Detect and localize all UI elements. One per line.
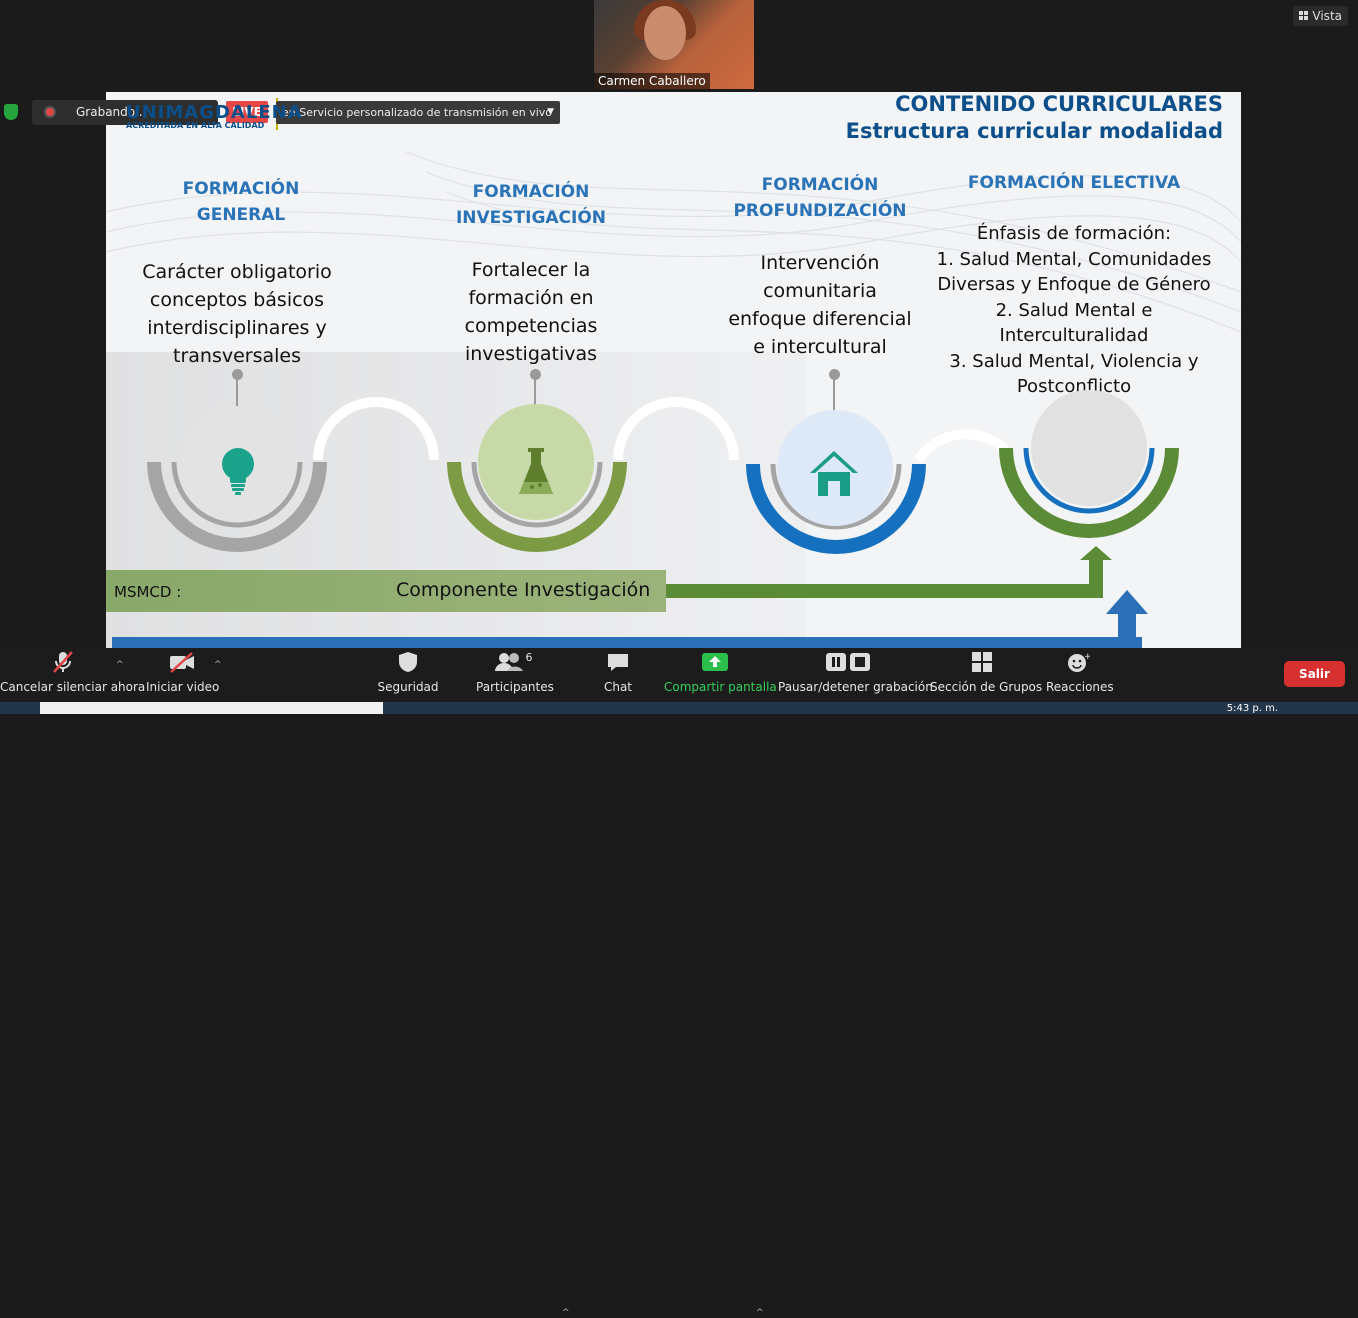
start-video-button[interactable]: Iniciar video bbox=[146, 648, 220, 702]
share-screen-icon bbox=[702, 653, 728, 671]
participants-icon bbox=[494, 653, 523, 671]
participant-name: Carmen Caballero bbox=[594, 73, 710, 89]
circle-electiva bbox=[1031, 390, 1147, 506]
share-screen-label: Compartir pantalla bbox=[664, 680, 777, 694]
share-screen-button[interactable]: Compartir pantalla bbox=[664, 648, 777, 702]
grid-view-icon bbox=[1299, 11, 1309, 20]
chat-button[interactable]: Chat bbox=[596, 648, 640, 702]
participant-video-tile[interactable]: Carmen Caballero bbox=[594, 0, 754, 89]
university-tagline: ACREDITADA EN ALTA CALIDAD bbox=[126, 121, 265, 130]
share-options-caret[interactable]: ^ bbox=[756, 1308, 764, 1318]
stream-target-value: en Servicio personalizado de transmisión… bbox=[282, 106, 553, 119]
connector-arc bbox=[913, 429, 1010, 463]
security-label: Seguridad bbox=[377, 680, 439, 694]
green-arrow-head-up bbox=[1080, 546, 1112, 560]
circle-profundizacion bbox=[777, 410, 893, 526]
university-logo: UNIMAGDALENA bbox=[126, 102, 303, 123]
breakout-rooms-button[interactable]: Sección de Grupos bbox=[930, 648, 1043, 702]
breakout-rooms-icon bbox=[972, 652, 992, 672]
view-button-label: Vista bbox=[1312, 9, 1342, 23]
muted-microphone-icon bbox=[53, 651, 73, 673]
video-off-icon bbox=[170, 652, 194, 673]
pause-stop-icons bbox=[826, 653, 870, 671]
view-button[interactable]: Vista bbox=[1293, 6, 1348, 26]
connector-arc bbox=[613, 397, 739, 461]
leave-button[interactable]: Salir bbox=[1284, 661, 1345, 687]
reactions-button[interactable]: + Reacciones bbox=[1046, 648, 1114, 702]
start-video-label: Iniciar video bbox=[146, 680, 220, 694]
security-button[interactable]: Seguridad bbox=[376, 648, 440, 702]
taskbar-search-box[interactable] bbox=[40, 702, 383, 714]
stream-target-select[interactable]: en Servicio personalizado de transmisión… bbox=[276, 101, 560, 124]
bottom-blue-bar bbox=[112, 637, 1142, 648]
unmute-label: Cancelar silenciar ahora bbox=[0, 680, 146, 694]
system-clock: 5:43 p. m. bbox=[1226, 703, 1278, 714]
participants-options-caret[interactable]: ^ bbox=[562, 1308, 570, 1318]
smiley-plus-icon: + bbox=[1068, 652, 1090, 672]
participant-face bbox=[644, 6, 686, 60]
shared-slide: UNIMAGDALENA ACREDITADA EN ALTA CALIDAD … bbox=[106, 92, 1241, 648]
participants-count: 6 bbox=[525, 650, 533, 664]
participants-button[interactable]: 6 Participantes bbox=[476, 648, 554, 702]
participants-label: Participantes bbox=[476, 680, 554, 694]
reactions-label: Reacciones bbox=[1046, 680, 1114, 694]
chevron-down-icon: ▼ bbox=[547, 107, 554, 117]
svg-text:+: + bbox=[1084, 652, 1090, 662]
unmute-button[interactable]: Cancelar silenciar ahora bbox=[0, 648, 146, 702]
video-options-caret[interactable]: ^ bbox=[214, 660, 222, 670]
encryption-shield-icon[interactable] bbox=[4, 104, 18, 120]
green-arrow-path bbox=[666, 554, 1103, 598]
chat-label: Chat bbox=[603, 680, 633, 694]
component-label: Componente Investigación bbox=[396, 579, 651, 601]
recording-dot-icon bbox=[44, 106, 56, 118]
shield-icon bbox=[399, 652, 417, 672]
connector-arc bbox=[313, 397, 439, 461]
pause-stop-recording-button[interactable]: Pausar/detener grabación bbox=[778, 648, 933, 702]
audio-options-caret[interactable]: ^ bbox=[116, 660, 124, 670]
process-arcs bbox=[147, 390, 1179, 648]
meeting-toolbar: Cancelar silenciar ahora ^ Iniciar video… bbox=[0, 648, 1358, 1318]
program-code: MSMCD : bbox=[114, 583, 182, 601]
pause-stop-recording-label: Pausar/detener grabación bbox=[778, 680, 933, 694]
breakout-rooms-label: Sección de Grupos bbox=[930, 680, 1043, 694]
blue-arrow-head-up bbox=[1106, 590, 1148, 614]
chat-bubble-icon bbox=[608, 654, 628, 671]
